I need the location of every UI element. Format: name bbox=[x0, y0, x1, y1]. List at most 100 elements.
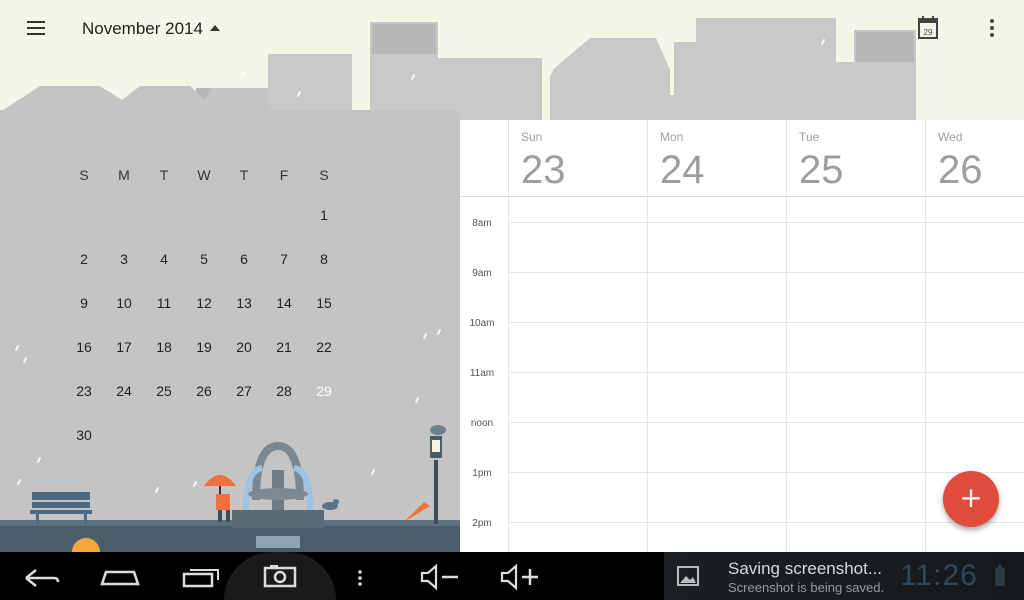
day-header-sun[interactable]: Sun 23 bbox=[508, 120, 647, 197]
weekday-label: S bbox=[79, 167, 89, 183]
month-label: November 2014 bbox=[82, 19, 203, 38]
day-cell[interactable]: 20 bbox=[224, 339, 264, 355]
grid-divider bbox=[925, 197, 926, 552]
status-clock: 11:26 bbox=[900, 559, 978, 592]
hour-label: 9am bbox=[472, 268, 492, 279]
more-icon[interactable] bbox=[336, 560, 384, 592]
day-cell[interactable]: 16 bbox=[64, 339, 104, 355]
hour-line bbox=[508, 472, 1024, 473]
day-number: 27 bbox=[236, 383, 252, 399]
day-cell[interactable]: 12 bbox=[184, 295, 224, 311]
screenshot-notification[interactable]: Saving screenshot... Screenshot is being… bbox=[664, 552, 1024, 600]
week-row: 30 bbox=[64, 413, 344, 457]
day-number: 14 bbox=[276, 295, 292, 311]
hour-line bbox=[508, 322, 1024, 323]
hamburger-menu-icon[interactable] bbox=[18, 10, 54, 46]
day-number: 11 bbox=[156, 295, 172, 311]
day-cell[interactable]: 15 bbox=[304, 295, 344, 311]
grid-divider bbox=[647, 197, 648, 552]
add-event-button[interactable]: + bbox=[943, 471, 999, 527]
hour-label: 1pm bbox=[472, 468, 492, 479]
day-number: 4 bbox=[160, 251, 168, 267]
day-cell[interactable]: 30 bbox=[64, 427, 104, 443]
more-vert-icon[interactable] bbox=[980, 14, 1004, 42]
recent-apps-icon[interactable] bbox=[176, 560, 224, 592]
day-number: 24 bbox=[116, 383, 132, 399]
day-cell[interactable]: 4 bbox=[144, 251, 184, 267]
system-navigation-bar: Saving screenshot... Screenshot is being… bbox=[0, 552, 1024, 600]
hour-label: 11am bbox=[469, 368, 495, 379]
day-name: Wed bbox=[938, 130, 963, 144]
day-cell[interactable]: 19 bbox=[184, 339, 224, 355]
day-number: 22 bbox=[316, 339, 332, 355]
week-row: 1 bbox=[64, 193, 344, 237]
day-header-mon[interactable]: Mon 24 bbox=[647, 120, 786, 197]
week-header: Sun 23 Mon 24 Tue 25 Wed 26 bbox=[460, 120, 1024, 197]
day-number: 2 bbox=[80, 251, 88, 267]
day-header-wed[interactable]: Wed 26 bbox=[925, 120, 1024, 197]
day-number: 5 bbox=[200, 251, 208, 267]
hour-line bbox=[508, 222, 1024, 223]
volume-up-icon[interactable] bbox=[494, 560, 542, 592]
day-cell[interactable]: 3 bbox=[104, 251, 144, 267]
day-cell[interactable]: 1 bbox=[304, 207, 344, 223]
hour-label: 10am bbox=[469, 318, 495, 329]
weekday-label: S bbox=[319, 167, 329, 183]
day-cell[interactable]: 8 bbox=[304, 251, 344, 267]
top-app-bar: November 2014 29 bbox=[0, 0, 1024, 56]
hour-line bbox=[508, 272, 1024, 273]
day-cell[interactable]: 10 bbox=[104, 295, 144, 311]
grid-divider bbox=[786, 197, 787, 552]
day-cell[interactable]: 7 bbox=[264, 251, 304, 267]
battery-icon bbox=[995, 565, 1005, 586]
day-number: 9 bbox=[80, 295, 88, 311]
caret-up-icon bbox=[209, 24, 220, 31]
selected-day-cell[interactable]: 29 bbox=[304, 367, 344, 401]
day-cell[interactable]: 13 bbox=[224, 295, 264, 311]
day-cell[interactable]: 26 bbox=[184, 383, 224, 399]
day-number: 23 bbox=[521, 148, 566, 192]
day-cell[interactable]: 24 bbox=[104, 383, 144, 399]
day-number: 13 bbox=[236, 295, 252, 311]
day-cell[interactable]: 17 bbox=[104, 339, 144, 355]
day-header-tue[interactable]: Tue 25 bbox=[786, 120, 925, 197]
day-cell[interactable]: 28 bbox=[264, 383, 304, 399]
month-dropdown[interactable]: November 2014 bbox=[82, 17, 220, 41]
day-cell[interactable]: 14 bbox=[264, 295, 304, 311]
day-cell[interactable]: 2 bbox=[64, 251, 104, 267]
weekday-label: W bbox=[197, 167, 211, 183]
day-cell[interactable]: 9 bbox=[64, 295, 104, 311]
day-number: 28 bbox=[276, 383, 292, 399]
day-number: 24 bbox=[660, 148, 705, 192]
day-cell[interactable]: 18 bbox=[144, 339, 184, 355]
calendar-today-icon[interactable]: 29 bbox=[912, 12, 944, 44]
day-name: Tue bbox=[799, 130, 820, 144]
home-icon[interactable] bbox=[96, 560, 144, 592]
day-number: 7 bbox=[280, 251, 288, 267]
day-cell[interactable]: 5 bbox=[184, 251, 224, 267]
day-number: 20 bbox=[236, 339, 252, 355]
day-number: 29 bbox=[316, 383, 332, 399]
week-row: 16 17 18 19 20 21 22 bbox=[64, 325, 344, 369]
day-cell[interactable]: 6 bbox=[224, 251, 264, 267]
day-cell[interactable]: 27 bbox=[224, 383, 264, 399]
day-cell[interactable]: 23 bbox=[64, 383, 104, 399]
notification-title: Saving screenshot... bbox=[728, 559, 883, 578]
weekday-label: M bbox=[118, 167, 130, 183]
week-view: Sun 23 Mon 24 Tue 25 Wed 26 8am 9am 10am… bbox=[460, 120, 1024, 552]
hour-grid[interactable]: 8am 9am 10am 11am noon 1pm 2pm bbox=[460, 197, 1024, 552]
day-cell[interactable]: 25 bbox=[144, 383, 184, 399]
day-number: 19 bbox=[196, 339, 212, 355]
week-row: 23 24 25 26 27 28 29 bbox=[64, 367, 344, 413]
day-cell[interactable]: 11 bbox=[144, 295, 184, 311]
day-cell[interactable]: 22 bbox=[304, 339, 344, 355]
calendar-app: November 2014 29 S M T W T F S 123456789… bbox=[0, 0, 1024, 552]
back-icon[interactable] bbox=[16, 560, 64, 592]
day-number: 26 bbox=[196, 383, 212, 399]
day-number: 25 bbox=[799, 148, 844, 192]
screenshot-icon[interactable] bbox=[256, 560, 304, 592]
weekday-label: T bbox=[239, 167, 249, 183]
day-cell[interactable]: 21 bbox=[264, 339, 304, 355]
volume-down-icon[interactable] bbox=[414, 560, 462, 592]
hour-line bbox=[508, 522, 1024, 523]
